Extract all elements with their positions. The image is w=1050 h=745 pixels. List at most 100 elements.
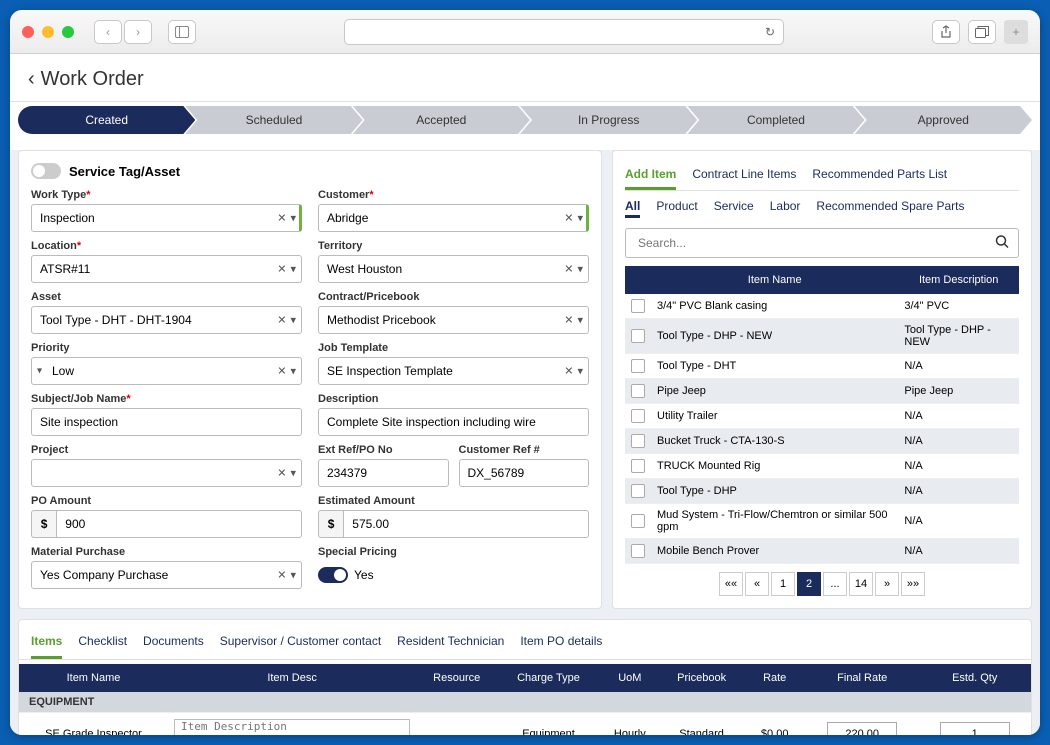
- clear-icon[interactable]: ✕: [564, 212, 573, 225]
- item-row[interactable]: Bucket Truck - CTA-130-SN/A: [625, 429, 1019, 454]
- address-bar[interactable]: ↻: [344, 19, 784, 45]
- item-row[interactable]: Mud System - Tri-Flow/Chemtron or simila…: [625, 504, 1019, 539]
- status-completed[interactable]: Completed: [687, 106, 864, 134]
- po-amount-input[interactable]: [56, 510, 302, 538]
- subtab-labor[interactable]: Labor: [770, 197, 801, 218]
- clear-icon[interactable]: ✕: [277, 569, 286, 582]
- final-rate-input[interactable]: [827, 722, 897, 736]
- row-checkbox[interactable]: [631, 459, 645, 473]
- chevron-down-icon[interactable]: ▾: [577, 314, 583, 327]
- project-input[interactable]: [31, 459, 302, 487]
- row-checkbox[interactable]: [631, 434, 645, 448]
- row-checkbox[interactable]: [631, 359, 645, 373]
- subject-input[interactable]: [31, 408, 302, 436]
- territory-input[interactable]: [318, 255, 589, 283]
- chevron-down-icon[interactable]: ▾: [577, 263, 583, 276]
- clear-icon[interactable]: ✕: [564, 263, 573, 276]
- status-created[interactable]: Created: [18, 106, 195, 134]
- work-type-input[interactable]: [31, 204, 302, 232]
- btab-items[interactable]: Items: [31, 630, 62, 659]
- asset-input[interactable]: [31, 306, 302, 334]
- tab-recommended-parts[interactable]: Recommended Parts List: [812, 163, 947, 190]
- chevron-down-icon[interactable]: ▾: [290, 263, 296, 276]
- status-approved[interactable]: Approved: [855, 106, 1032, 134]
- subtab-all[interactable]: All: [625, 197, 640, 218]
- customer-input[interactable]: [318, 204, 589, 232]
- subtab-spare-parts[interactable]: Recommended Spare Parts: [816, 197, 964, 218]
- status-in-progress[interactable]: In Progress: [520, 106, 697, 134]
- back-chevron-icon[interactable]: ‹: [28, 68, 35, 91]
- page-14[interactable]: 14: [849, 572, 873, 596]
- search-input[interactable]: [625, 228, 1019, 258]
- forward-button[interactable]: ›: [124, 20, 152, 44]
- clear-icon[interactable]: ✕: [564, 314, 573, 327]
- clear-icon[interactable]: ✕: [277, 263, 286, 276]
- btab-checklist[interactable]: Checklist: [78, 630, 127, 659]
- special-pricing-toggle[interactable]: [318, 567, 348, 583]
- page-next[interactable]: »: [875, 572, 899, 596]
- clear-icon[interactable]: ✕: [277, 365, 286, 378]
- ext-ref-input[interactable]: [318, 459, 449, 487]
- item-row[interactable]: Utility TrailerN/A: [625, 404, 1019, 429]
- tab-add-item[interactable]: Add Item: [625, 163, 676, 190]
- tabs-icon[interactable]: [968, 20, 996, 44]
- item-row[interactable]: TRUCK Mounted RigN/A: [625, 454, 1019, 479]
- chevron-down-icon[interactable]: ▾: [577, 365, 583, 378]
- subtab-product[interactable]: Product: [656, 197, 697, 218]
- qty-input[interactable]: [940, 722, 1010, 736]
- est-amount-input[interactable]: [343, 510, 589, 538]
- chevron-down-icon[interactable]: ▾: [290, 212, 296, 225]
- page-last[interactable]: »»: [901, 572, 925, 596]
- job-template-input[interactable]: [318, 357, 589, 385]
- subtab-service[interactable]: Service: [714, 197, 754, 218]
- btab-resident-tech[interactable]: Resident Technician: [397, 630, 504, 659]
- sidebar-toggle-icon[interactable]: [168, 20, 196, 44]
- page-2[interactable]: 2: [797, 572, 821, 596]
- page-first[interactable]: ««: [719, 572, 743, 596]
- btab-item-po[interactable]: Item PO details: [520, 630, 602, 659]
- service-tag-toggle[interactable]: [31, 163, 61, 179]
- back-button[interactable]: ‹: [94, 20, 122, 44]
- close-icon[interactable]: [22, 26, 34, 38]
- row-checkbox[interactable]: [631, 329, 645, 343]
- reload-icon[interactable]: ↻: [765, 25, 775, 39]
- clear-icon[interactable]: ✕: [277, 467, 286, 480]
- cust-ref-input[interactable]: [459, 459, 590, 487]
- location-input[interactable]: [31, 255, 302, 283]
- description-input[interactable]: [318, 408, 589, 436]
- minimize-icon[interactable]: [42, 26, 54, 38]
- item-desc-input[interactable]: [174, 719, 410, 735]
- status-scheduled[interactable]: Scheduled: [185, 106, 362, 134]
- row-checkbox[interactable]: [631, 384, 645, 398]
- btab-documents[interactable]: Documents: [143, 630, 204, 659]
- search-icon[interactable]: [995, 235, 1009, 252]
- tab-contract-line-items[interactable]: Contract Line Items: [692, 163, 796, 190]
- status-accepted[interactable]: Accepted: [353, 106, 530, 134]
- row-checkbox[interactable]: [631, 544, 645, 558]
- btab-supervisor[interactable]: Supervisor / Customer contact: [220, 630, 381, 659]
- row-checkbox[interactable]: [631, 484, 645, 498]
- contract-input[interactable]: [318, 306, 589, 334]
- chevron-down-icon[interactable]: ▾: [290, 569, 296, 582]
- item-row[interactable]: Mobile Bench ProverN/A: [625, 539, 1019, 564]
- item-row[interactable]: Tool Type - DHPN/A: [625, 479, 1019, 504]
- chevron-down-icon[interactable]: ▾: [290, 467, 296, 480]
- row-checkbox[interactable]: [631, 514, 645, 528]
- priority-input[interactable]: [31, 357, 302, 385]
- maximize-icon[interactable]: [62, 26, 74, 38]
- item-row[interactable]: Tool Type - DHP - NEWTool Type - DHP - N…: [625, 319, 1019, 354]
- clear-icon[interactable]: ✕: [277, 212, 286, 225]
- chevron-down-icon[interactable]: ▾: [577, 212, 583, 225]
- chevron-down-icon[interactable]: ▾: [290, 314, 296, 327]
- item-row[interactable]: 3/4" PVC Blank casing3/4" PVC: [625, 294, 1019, 319]
- new-tab-button[interactable]: +: [1004, 20, 1028, 44]
- row-checkbox[interactable]: [631, 409, 645, 423]
- clear-icon[interactable]: ✕: [564, 365, 573, 378]
- share-icon[interactable]: [932, 20, 960, 44]
- row-checkbox[interactable]: [631, 299, 645, 313]
- page-1[interactable]: 1: [771, 572, 795, 596]
- chevron-down-icon[interactable]: ▾: [290, 365, 296, 378]
- material-input[interactable]: [31, 561, 302, 589]
- item-row[interactable]: Tool Type - DHTN/A: [625, 354, 1019, 379]
- item-row[interactable]: Pipe JeepPipe Jeep: [625, 379, 1019, 404]
